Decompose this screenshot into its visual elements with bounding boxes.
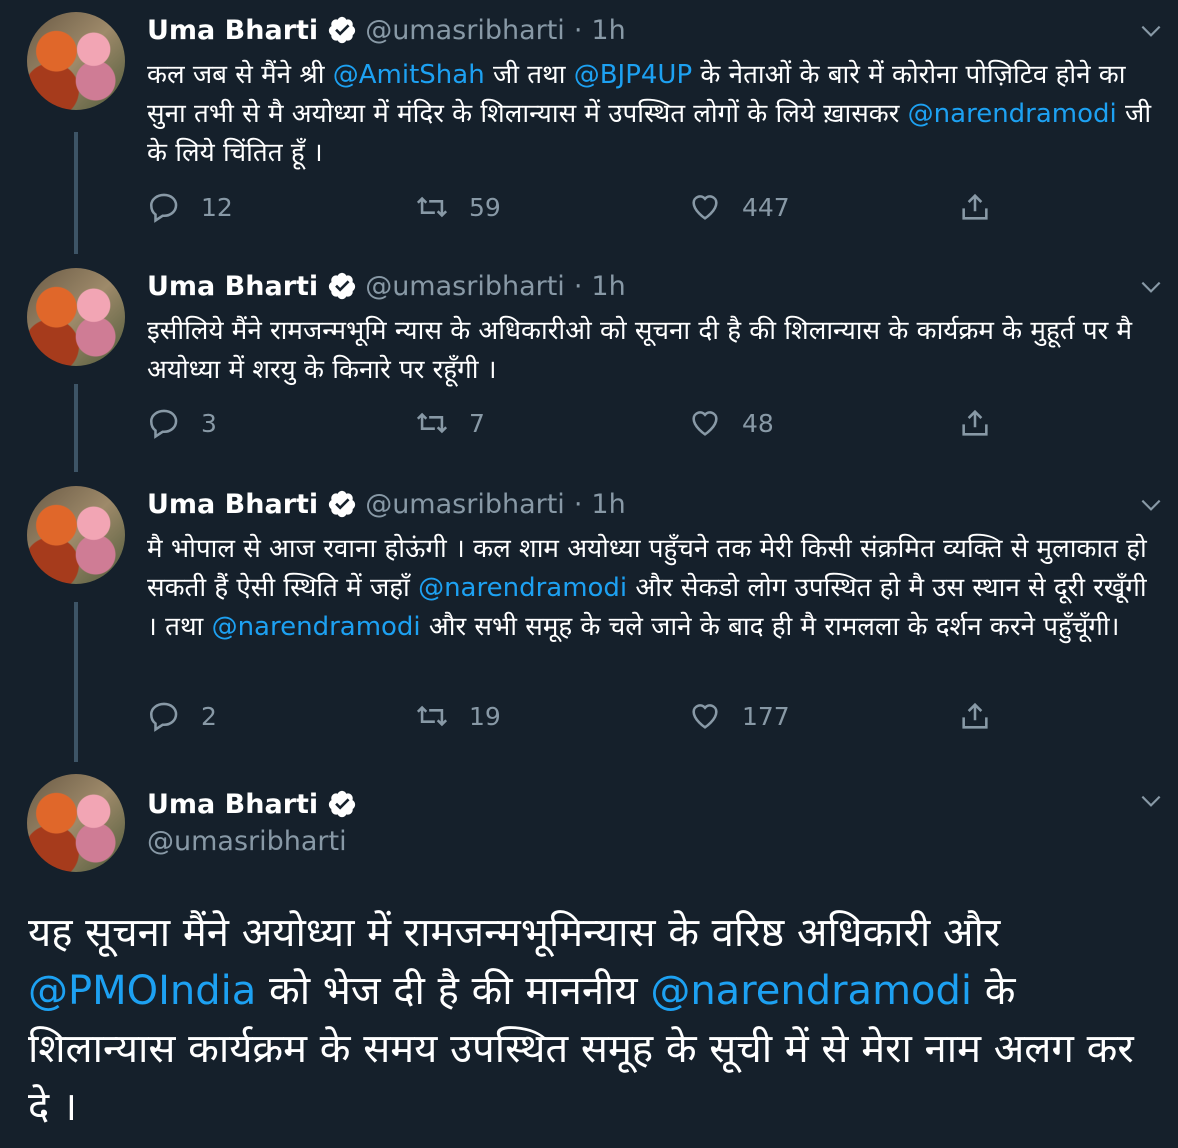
retweet-icon bbox=[416, 412, 448, 434]
main-tweet[interactable]: Uma Bharti @umasribharti यह सूचना मैंने … bbox=[0, 772, 1178, 1148]
author-name[interactable]: Uma Bharti bbox=[147, 15, 318, 46]
author-handle[interactable]: @umasribharti bbox=[365, 271, 565, 302]
share-icon bbox=[962, 409, 988, 436]
separator-dot: · bbox=[573, 488, 583, 520]
verified-badge-icon bbox=[329, 16, 356, 44]
share-button[interactable] bbox=[958, 699, 1012, 733]
author-handle[interactable]: @umasribharti bbox=[365, 15, 565, 46]
chevron-down-icon[interactable] bbox=[1138, 788, 1164, 814]
reply-count: 2 bbox=[201, 701, 217, 731]
author-handle[interactable]: @umasribharti bbox=[365, 489, 565, 520]
retweet-button[interactable]: 59 bbox=[415, 190, 501, 224]
retweet-icon bbox=[416, 705, 448, 727]
text-segment: जी तथा bbox=[484, 60, 574, 90]
tweet-header: Uma Bharti @umasribharti · 1h bbox=[147, 484, 626, 524]
retweet-count: 59 bbox=[469, 192, 501, 222]
mention-link[interactable]: @narendramodi bbox=[212, 612, 421, 642]
separator-dot: · bbox=[573, 14, 583, 46]
verified-badge-icon bbox=[329, 272, 356, 300]
chevron-down-icon[interactable] bbox=[1138, 274, 1164, 300]
chevron-down-icon[interactable] bbox=[1138, 492, 1164, 518]
author-handle[interactable]: @umasribharti bbox=[147, 826, 347, 857]
timestamp[interactable]: 1h bbox=[591, 489, 625, 520]
reply-icon bbox=[149, 409, 178, 439]
mention-link[interactable]: @AmitShah bbox=[333, 60, 485, 90]
mention-link[interactable]: @PMOIndia bbox=[28, 968, 256, 1014]
avatar[interactable] bbox=[27, 268, 125, 366]
tweet[interactable]: Uma Bharti @umasribharti · 1h इसीलिये मै… bbox=[0, 256, 1178, 466]
share-icon bbox=[962, 193, 988, 220]
author-name[interactable]: Uma Bharti bbox=[147, 789, 318, 820]
retweet-button[interactable]: 19 bbox=[415, 699, 501, 733]
tweet-text: कल जब से मैंने श्री @AmitShah जी तथा @BJ… bbox=[147, 56, 1157, 173]
text-segment: कल जब से मैंने श्री bbox=[147, 60, 333, 90]
avatar[interactable] bbox=[27, 774, 125, 872]
heart-icon bbox=[692, 411, 718, 436]
retweet-icon bbox=[416, 196, 448, 218]
tweet-text: मै भोपाल से आज रवाना होऊंगी । कल शाम अयो… bbox=[147, 530, 1157, 647]
timestamp[interactable]: 1h bbox=[591, 271, 625, 302]
author-name[interactable]: Uma Bharti bbox=[147, 489, 318, 520]
retweet-count: 19 bbox=[469, 701, 501, 731]
like-count: 177 bbox=[742, 701, 790, 731]
tweet[interactable]: Uma Bharti @umasribharti · 1h मै भोपाल स… bbox=[0, 474, 1178, 764]
share-button[interactable] bbox=[958, 406, 1012, 440]
verified-badge-icon bbox=[329, 490, 356, 518]
main-author-row: Uma Bharti bbox=[147, 784, 365, 824]
like-button[interactable]: 177 bbox=[688, 699, 790, 733]
reply-count: 3 bbox=[201, 408, 217, 438]
retweet-button[interactable]: 7 bbox=[415, 406, 485, 440]
heart-icon bbox=[692, 704, 718, 729]
like-count: 447 bbox=[742, 192, 790, 222]
share-icon bbox=[962, 702, 988, 729]
avatar[interactable] bbox=[27, 12, 125, 110]
mention-link[interactable]: @narendramodi bbox=[650, 968, 972, 1014]
reply-count: 12 bbox=[201, 192, 233, 222]
text-segment: यह सूचना मैंने अयोध्या में रामजन्मभूमिन्… bbox=[28, 910, 1001, 956]
like-button[interactable]: 447 bbox=[688, 190, 790, 224]
like-button[interactable]: 48 bbox=[688, 406, 774, 440]
chevron-down-icon[interactable] bbox=[1138, 18, 1164, 44]
main-tweet-text: यह सूचना मैंने अयोध्या में रामजन्मभूमिन्… bbox=[28, 904, 1148, 1136]
reply-button[interactable]: 3 bbox=[147, 406, 217, 440]
reply-button[interactable]: 12 bbox=[147, 190, 233, 224]
reply-button[interactable]: 2 bbox=[147, 699, 217, 733]
retweet-count: 7 bbox=[469, 408, 485, 438]
author-name[interactable]: Uma Bharti bbox=[147, 271, 318, 302]
tweet[interactable]: Uma Bharti @umasribharti · 1h कल जब से म… bbox=[0, 0, 1178, 250]
tweet-header: Uma Bharti @umasribharti · 1h bbox=[147, 266, 626, 306]
tweet-header: Uma Bharti @umasribharti · 1h bbox=[147, 10, 626, 50]
verified-badge-icon bbox=[329, 790, 356, 818]
reply-icon bbox=[149, 702, 178, 732]
mention-link[interactable]: @narendramodi bbox=[418, 573, 627, 603]
like-count: 48 bbox=[742, 408, 774, 438]
avatar[interactable] bbox=[27, 486, 125, 584]
text-segment: इसीलिये मैंने रामजन्मभूमि न्यास के अधिका… bbox=[147, 316, 1133, 385]
mention-link[interactable]: @BJP4UP bbox=[574, 60, 692, 90]
share-button[interactable] bbox=[958, 190, 1012, 224]
separator-dot: · bbox=[573, 270, 583, 302]
mention-link[interactable]: @narendramodi bbox=[908, 99, 1117, 129]
tweet-text: इसीलिये मैंने रामजन्मभूमि न्यास के अधिका… bbox=[147, 312, 1157, 390]
text-segment: को भेज दी है की माननीय bbox=[256, 968, 651, 1014]
text-segment: और सभी समूह के चले जाने के बाद ही मै राम… bbox=[420, 612, 1120, 642]
timestamp[interactable]: 1h bbox=[591, 15, 625, 46]
heart-icon bbox=[692, 195, 718, 220]
reply-icon bbox=[149, 193, 178, 223]
